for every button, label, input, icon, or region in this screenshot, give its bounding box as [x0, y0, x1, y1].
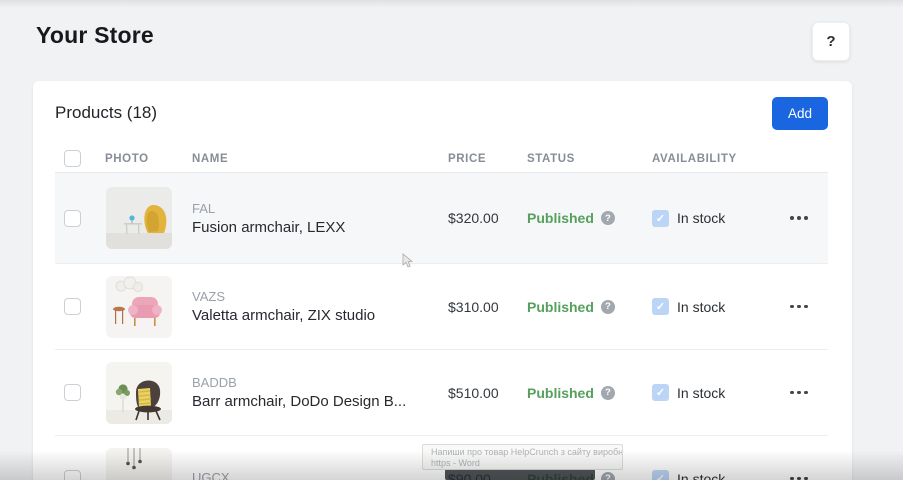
dot-icon	[790, 305, 794, 309]
product-code: UGCX	[192, 470, 448, 480]
product-code: FAL	[192, 201, 448, 216]
row-name-cell[interactable]: BADDB Barr armchair, DoDo Design B...	[192, 375, 448, 410]
products-panel: Products (18) Add PHOTO NAME PRICE STATU…	[33, 81, 852, 480]
status-label: Published	[527, 210, 594, 226]
availability-label: In stock	[677, 471, 725, 480]
stock-checkbox[interactable]	[652, 210, 669, 227]
row-photo-cell	[105, 187, 192, 249]
product-availability: In stock	[652, 210, 770, 227]
column-header-status[interactable]: STATUS	[527, 153, 652, 165]
row-select-checkbox[interactable]	[64, 384, 81, 401]
table-row[interactable]: FAL Fusion armchair, LEXX $320.00 Publis…	[55, 173, 828, 264]
row-name-cell[interactable]: VAZS Valetta armchair, ZIX studio	[192, 289, 448, 324]
dot-icon	[797, 477, 801, 480]
tooltip-line1: Напиши про товар HelpCrunch з сайту виро…	[431, 447, 614, 458]
table-row[interactable]: BADDB Barr armchair, DoDo Design B... $5…	[55, 350, 828, 436]
row-actions-button[interactable]	[786, 471, 812, 480]
product-price: $310.00	[448, 299, 527, 315]
stock-checkbox[interactable]	[652, 470, 669, 480]
availability-label: In stock	[677, 210, 725, 226]
row-actions-button[interactable]	[786, 299, 812, 315]
select-all-checkbox[interactable]	[64, 150, 81, 167]
product-name: Barr armchair, DoDo Design B...	[192, 393, 448, 410]
row-actions-button[interactable]	[786, 210, 812, 226]
row-select-cell	[55, 210, 105, 227]
product-price: $320.00	[448, 210, 527, 226]
question-mark-icon: ?	[826, 33, 835, 50]
help-button[interactable]: ?	[812, 22, 850, 61]
product-availability: In stock	[652, 470, 770, 480]
top-gradient-overlay	[0, 0, 903, 8]
column-header-price[interactable]: PRICE	[448, 153, 527, 165]
product-name: Valetta armchair, ZIX studio	[192, 307, 448, 324]
row-select-checkbox[interactable]	[64, 298, 81, 315]
dot-icon	[804, 305, 808, 309]
product-status: Published ?	[527, 210, 652, 226]
row-name-cell[interactable]: UGCX	[192, 470, 448, 480]
dot-icon	[797, 391, 801, 395]
product-photo[interactable]	[106, 187, 172, 249]
status-help-icon[interactable]: ?	[601, 386, 615, 400]
select-all-cell	[55, 150, 105, 167]
row-actions-cell	[770, 299, 828, 315]
table-row[interactable]: VAZS Valetta armchair, ZIX studio $310.0…	[55, 264, 828, 350]
stock-checkbox[interactable]	[652, 384, 669, 401]
dot-icon	[790, 216, 794, 220]
row-photo-cell	[105, 362, 192, 424]
row-actions-cell	[770, 385, 828, 401]
product-status: Published ?	[527, 385, 652, 401]
product-availability: In stock	[652, 298, 770, 315]
dot-icon	[797, 305, 801, 309]
tooltip-line2: https - Word	[431, 458, 614, 469]
table-body: FAL Fusion armchair, LEXX $320.00 Publis…	[55, 173, 828, 480]
row-name-cell[interactable]: FAL Fusion armchair, LEXX	[192, 201, 448, 236]
row-select-cell	[55, 470, 105, 480]
panel-header: Products (18) Add	[33, 81, 852, 145]
product-code: VAZS	[192, 289, 448, 304]
row-actions-cell	[770, 210, 828, 226]
row-select-checkbox[interactable]	[64, 470, 81, 480]
taskbar-preview-tooltip: Напиши про товар HelpCrunch з сайту виро…	[422, 444, 623, 470]
table-header-row: PHOTO NAME PRICE STATUS AVAILABILITY	[55, 145, 828, 173]
product-status: Published ?	[527, 299, 652, 315]
mouse-cursor	[402, 253, 414, 269]
dot-icon	[790, 391, 794, 395]
dot-icon	[804, 216, 808, 220]
product-photo[interactable]	[106, 362, 172, 424]
dot-icon	[804, 391, 808, 395]
add-product-button[interactable]: Add	[772, 97, 828, 130]
row-select-checkbox[interactable]	[64, 210, 81, 227]
product-availability: In stock	[652, 384, 770, 401]
panel-title: Products (18)	[55, 103, 157, 123]
product-name: Fusion armchair, LEXX	[192, 219, 448, 236]
row-actions-button[interactable]	[786, 385, 812, 401]
products-table: PHOTO NAME PRICE STATUS AVAILABILITY FAL…	[33, 145, 852, 480]
row-select-cell	[55, 384, 105, 401]
page-title: Your Store	[36, 22, 154, 49]
column-header-photo[interactable]: PHOTO	[105, 153, 192, 165]
store-admin-app: Your Store ? Products (18) Add PHOTO NAM…	[0, 0, 903, 480]
stock-checkbox[interactable]	[652, 298, 669, 315]
row-actions-cell	[770, 471, 828, 480]
row-select-cell	[55, 298, 105, 315]
status-help-icon[interactable]: ?	[601, 211, 615, 225]
product-photo[interactable]	[106, 448, 172, 480]
dot-icon	[790, 477, 794, 480]
row-photo-cell	[105, 276, 192, 338]
status-help-icon[interactable]: ?	[601, 472, 615, 480]
status-help-icon[interactable]: ?	[601, 300, 615, 314]
dot-icon	[804, 477, 808, 480]
product-photo[interactable]	[106, 276, 172, 338]
availability-label: In stock	[677, 299, 725, 315]
row-photo-cell	[105, 448, 192, 480]
availability-label: In stock	[677, 385, 725, 401]
status-label: Published	[527, 299, 594, 315]
column-header-name[interactable]: NAME	[192, 153, 448, 165]
product-code: BADDB	[192, 375, 448, 390]
video-scrubber-overlay	[445, 469, 595, 480]
column-header-availability[interactable]: AVAILABILITY	[652, 153, 770, 165]
status-label: Published	[527, 385, 594, 401]
product-price: $510.00	[448, 385, 527, 401]
dot-icon	[797, 216, 801, 220]
